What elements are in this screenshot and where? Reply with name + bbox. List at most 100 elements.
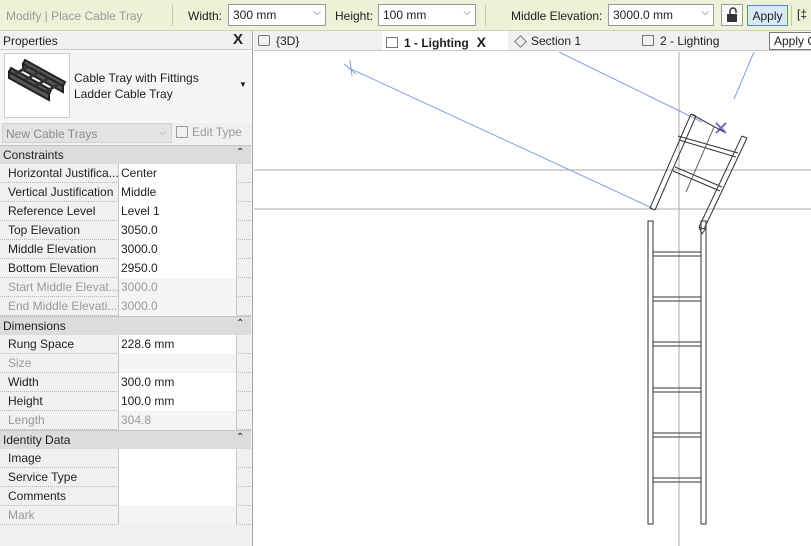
property-label: Mark — [0, 506, 119, 525]
property-value[interactable]: 3050.0 — [119, 221, 237, 240]
angled-tray-segment — [649, 113, 748, 235]
property-row: Mark — [0, 506, 251, 525]
property-label: Start Middle Elevat... — [0, 278, 119, 297]
property-value[interactable]: 228.6 mm — [119, 335, 237, 354]
properties-title-bar: Properties X — [0, 31, 252, 50]
options-bar: Modify | Place Cable Tray Width: 300 mm … — [0, 0, 811, 31]
property-label: Size — [0, 354, 119, 373]
tab-label: Section 1 — [531, 34, 582, 48]
edit-type-label: Edit Type — [192, 125, 242, 139]
properties-palette: Properties X Cable Tray with Fittings La… — [0, 31, 253, 546]
property-row: Length 304.8 — [0, 411, 251, 430]
cable-tray-drawing — [254, 51, 811, 546]
property-row: Vertical Justification Middle — [0, 183, 251, 202]
width-value: 300 mm — [233, 8, 277, 22]
property-label: Rung Space — [0, 335, 119, 354]
chevron-down-icon[interactable]: ⌵ — [701, 7, 709, 18]
property-row: Image — [0, 449, 251, 468]
property-row: End Middle Elevati... 3000.0 — [0, 297, 251, 316]
instance-selector[interactable]: New Cable Trays ⌵ — [2, 123, 172, 143]
property-label: Middle Elevation — [0, 240, 119, 259]
apply-tooltip: Apply C — [769, 32, 811, 50]
section-title: Identity Data — [3, 433, 71, 447]
width-label: Width: — [188, 9, 223, 23]
type-family-name: Cable Tray with Fittings — [74, 71, 199, 85]
property-value[interactable]: 300.0 mm — [119, 373, 237, 392]
chevron-down-icon[interactable]: ⌵ — [159, 127, 166, 138]
separator — [485, 5, 486, 26]
section-title: Constraints — [3, 148, 64, 162]
property-value[interactable]: Center — [119, 164, 237, 183]
middle-elevation-value: 3000.0 mm — [613, 8, 674, 22]
middle-elevation-combo[interactable]: 3000.0 mm ⌵ — [608, 4, 714, 26]
property-row: Height 100.0 mm — [0, 392, 251, 411]
mode-label: Modify | Place Cable Tray — [6, 9, 143, 23]
property-value: 304.8 — [119, 411, 237, 430]
property-label: Length — [0, 411, 119, 430]
instance-filter: New Cable Trays ⌵ Edit Type — [0, 123, 252, 145]
collapse-chevron-icon[interactable]: ⌃ — [236, 147, 244, 158]
edit-type-icon — [176, 126, 188, 138]
property-row: Horizontal Justifica... Center — [0, 164, 251, 183]
property-row: Middle Elevation 3000.0 — [0, 240, 251, 259]
property-value — [119, 354, 237, 373]
property-value[interactable]: Level 1 — [119, 202, 237, 221]
property-value[interactable] — [119, 487, 237, 506]
property-value[interactable] — [119, 468, 237, 487]
property-label: Height — [0, 392, 119, 411]
padlock-icon — [727, 7, 737, 22]
tab-2-lighting[interactable]: 2 - Lighting — [642, 31, 719, 50]
chevron-down-icon[interactable]: ⌵ — [463, 7, 471, 18]
property-value[interactable]: Middle — [119, 183, 237, 202]
property-label: Bottom Elevation — [0, 259, 119, 278]
section-view-icon — [514, 35, 527, 48]
section-header[interactable]: Dimensions ⌃ — [0, 316, 251, 335]
instance-selector-value: New Cable Trays — [6, 127, 98, 141]
lock-button[interactable] — [721, 4, 743, 26]
width-combo[interactable]: 300 mm ⌵ — [228, 4, 326, 26]
property-value[interactable]: 100.0 mm — [119, 392, 237, 411]
collapse-chevron-icon[interactable]: ⌃ — [236, 318, 244, 329]
apply-button[interactable]: Apply — [747, 5, 788, 26]
tab-3d[interactable]: {3D} — [258, 31, 299, 50]
view-tabs: {3D} 1 - Lighting X Section 1 2 - Lightin… — [254, 31, 811, 51]
tab-section-1[interactable]: Section 1 — [514, 31, 582, 50]
property-value: 3000.0 — [119, 278, 237, 297]
collapse-chevron-icon[interactable]: ⌃ — [236, 432, 244, 443]
section-header[interactable]: Constraints ⌃ — [0, 145, 251, 164]
edit-type-button[interactable]: Edit Type — [176, 125, 242, 139]
floor-plan-icon — [642, 35, 654, 46]
type-name: Ladder Cable Tray — [74, 87, 173, 101]
close-icon[interactable]: X — [477, 34, 486, 50]
separator — [791, 5, 792, 26]
close-icon[interactable]: X — [233, 31, 243, 48]
chevron-down-icon[interactable]: ⌵ — [313, 7, 321, 18]
property-label: Vertical Justification — [0, 183, 119, 202]
property-row: Start Middle Elevat... 3000.0 — [0, 278, 251, 297]
property-label: Image — [0, 449, 119, 468]
height-label: Height: — [335, 9, 374, 23]
truncated-tool-icon[interactable]: [‡ — [797, 7, 807, 21]
property-label: Service Type — [0, 468, 119, 487]
type-selector[interactable]: Cable Tray with Fittings Ladder Cable Tr… — [0, 50, 252, 123]
tab-1-lighting[interactable]: 1 - Lighting X — [382, 31, 508, 50]
property-value[interactable]: 2950.0 — [119, 259, 237, 278]
property-value[interactable] — [119, 449, 237, 468]
property-value[interactable]: 3000.0 — [119, 240, 237, 259]
property-row: Service Type — [0, 468, 251, 487]
floor-plan-icon — [386, 37, 398, 48]
dropdown-arrow-icon[interactable]: ▼ — [239, 80, 247, 89]
section-title: Dimensions — [3, 319, 66, 333]
drawing-canvas[interactable] — [254, 51, 811, 546]
section-header[interactable]: Identity Data ⌃ — [0, 430, 251, 449]
3d-view-icon — [258, 35, 270, 46]
property-row: Comments — [0, 487, 251, 506]
property-label: Top Elevation — [0, 221, 119, 240]
tab-label: 1 - Lighting — [404, 36, 469, 50]
property-label: Comments — [0, 487, 119, 506]
property-row: Rung Space 228.6 mm — [0, 335, 251, 354]
middle-elevation-label: Middle Elevation: — [511, 9, 603, 23]
temporary-dimension-lines — [343, 51, 755, 209]
height-value: 100 mm — [383, 8, 427, 22]
height-combo[interactable]: 100 mm ⌵ — [378, 4, 476, 26]
